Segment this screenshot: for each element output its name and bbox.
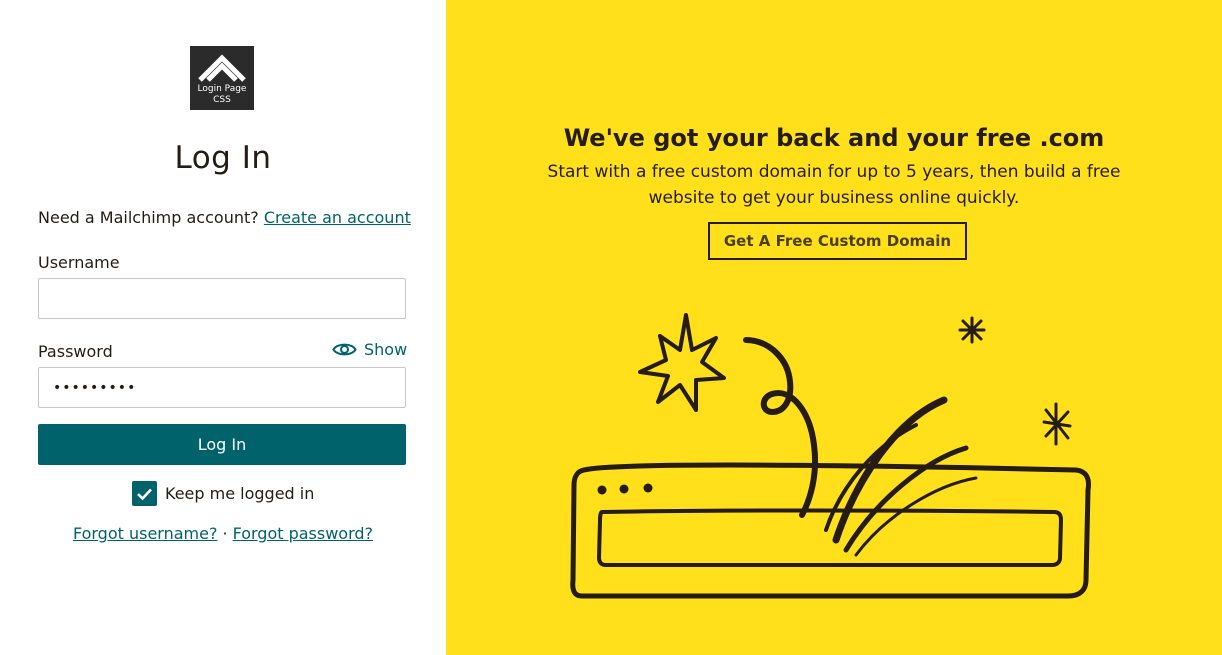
swoosh-line <box>854 476 978 557</box>
signup-prompt-text: Need a Mailchimp account? <box>38 208 259 227</box>
star-doodle <box>638 313 726 412</box>
forgot-password-link[interactable]: Forgot password? <box>233 524 373 543</box>
forgot-links: Forgot username? · Forgot password? <box>0 524 446 543</box>
double-chevron-up-icon <box>198 54 246 82</box>
login-panel: Login Page CSS Log In Need a Mailchimp a… <box>0 0 446 655</box>
page-title: Log In <box>174 140 272 176</box>
browser-illustration <box>570 313 1091 599</box>
keep-logged-in-label: Keep me logged in <box>165 484 315 503</box>
show-password-label: Show <box>364 340 408 359</box>
promo-panel: We've got your back and your free .com S… <box>446 0 1222 655</box>
forgot-username-link[interactable]: Forgot username? <box>73 524 218 543</box>
free-domain-button[interactable]: Get A Free Custom Domain <box>708 222 967 260</box>
logo-text-line2: CSS <box>213 95 231 105</box>
show-password-toggle[interactable]: Show <box>332 340 407 359</box>
window-dot <box>597 485 607 495</box>
username-input[interactable] <box>38 278 406 319</box>
username-label: Username <box>38 253 120 272</box>
promo-description: Start with a free custom domain for up t… <box>547 162 1121 208</box>
swirl-doodle <box>743 337 819 518</box>
checkmark-icon <box>137 488 152 500</box>
keep-logged-in-checkbox[interactable] <box>132 481 157 506</box>
logo-text-line1: Login Page <box>197 84 247 94</box>
sparkle-doodle <box>1042 402 1072 446</box>
logo: Login Page CSS <box>190 46 254 110</box>
signup-prompt: Need a Mailchimp account? Create an acco… <box>38 208 411 227</box>
window-dot <box>643 483 653 493</box>
keep-logged-in[interactable]: Keep me logged in <box>132 481 314 506</box>
link-separator: · <box>222 524 228 543</box>
eye-icon <box>332 343 357 356</box>
password-input[interactable] <box>38 367 406 408</box>
password-label: Password <box>38 342 113 361</box>
login-button[interactable]: Log In <box>38 424 406 465</box>
create-account-link[interactable]: Create an account <box>264 208 411 227</box>
promo-title: We've got your back and your free .com <box>563 124 1105 152</box>
window-dot <box>619 484 629 494</box>
sparkle-doodle <box>958 316 986 344</box>
